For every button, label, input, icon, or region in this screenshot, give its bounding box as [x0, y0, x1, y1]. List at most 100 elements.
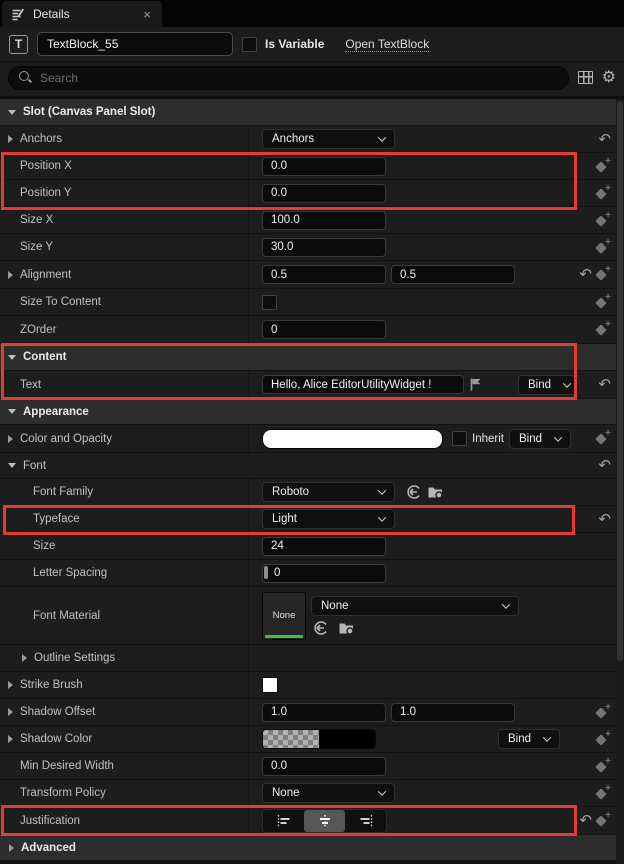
use-selected-asset-icon[interactable] [313, 620, 329, 636]
reset-to-default-icon[interactable]: ↶ [598, 132, 611, 147]
typeface-dropdown[interactable]: Light [262, 509, 395, 529]
search-bar[interactable] [8, 65, 569, 90]
expander-icon[interactable] [8, 708, 13, 716]
add-keyframe-icon[interactable]: + [595, 210, 611, 228]
add-keyframe-icon[interactable]: + [595, 156, 611, 174]
row-font-group[interactable]: Font ↶ [0, 453, 624, 479]
category-content[interactable]: Content [0, 344, 624, 371]
row-font-material: Font Material None None [0, 587, 624, 645]
shadow-color-bind-dropdown[interactable]: Bind [498, 729, 560, 749]
category-label: Content [23, 351, 67, 363]
expander-icon[interactable] [8, 735, 13, 743]
add-keyframe-icon[interactable]: + [595, 428, 611, 446]
font-material-dropdown[interactable]: None [311, 595, 519, 616]
expander-icon[interactable] [8, 434, 13, 443]
zorder-input[interactable] [262, 320, 386, 339]
property-label: Min Desired Width [20, 760, 114, 772]
chevron-right-icon [9, 843, 14, 852]
reset-to-default-icon[interactable]: ↶ [598, 458, 611, 473]
min-desired-width-input[interactable] [262, 756, 386, 776]
justify-center-button[interactable] [304, 809, 345, 832]
color-bind-dropdown[interactable]: Bind [508, 428, 571, 449]
property-label: Shadow Color [20, 733, 93, 745]
shadow-offset-y-input[interactable] [391, 702, 515, 722]
expander-icon[interactable] [8, 135, 13, 143]
expander-icon[interactable] [8, 270, 13, 279]
add-keyframe-icon[interactable]: + [595, 183, 611, 201]
localization-flag-icon[interactable] [469, 377, 483, 392]
view-options-grid-icon[interactable] [577, 71, 593, 84]
shadow-color-swatch[interactable] [262, 729, 376, 749]
expander-icon[interactable] [8, 681, 13, 689]
size-x-input[interactable] [262, 210, 386, 230]
slider-grip[interactable] [262, 563, 386, 583]
text-bind-dropdown[interactable]: Bind [518, 374, 580, 395]
justify-left-button[interactable] [263, 810, 304, 832]
add-keyframe-icon[interactable]: + [595, 264, 611, 282]
category-slot[interactable]: Slot (Canvas Panel Slot) [0, 99, 624, 126]
reset-to-default-icon[interactable]: ↶ [598, 512, 611, 527]
row-letter-spacing: Letter Spacing [0, 560, 624, 587]
close-icon[interactable]: × [141, 7, 153, 22]
settings-gear-icon[interactable]: ⚙ [602, 69, 616, 86]
justify-right-button[interactable] [345, 810, 386, 832]
font-size-input[interactable] [262, 536, 386, 556]
open-textblock-link[interactable]: Open TextBlock [345, 37, 430, 52]
row-outline-settings: Outline Settings [0, 645, 624, 672]
font-family-dropdown[interactable]: Roboto [262, 482, 395, 502]
add-keyframe-icon[interactable]: + [595, 292, 611, 310]
row-color-and-opacity: Color and Opacity Inherit Bind + [0, 425, 624, 453]
inherit-checkbox[interactable] [452, 431, 467, 446]
object-name-input[interactable] [37, 32, 233, 56]
shadow-offset-x-input[interactable] [262, 702, 386, 722]
details-tab[interactable]: Details × [2, 1, 162, 27]
add-keyframe-icon[interactable]: + [595, 702, 611, 720]
row-font-size: Size [0, 533, 624, 560]
size-y-input[interactable] [262, 237, 386, 257]
property-label: Typeface [33, 513, 80, 525]
color-swatch[interactable] [262, 428, 443, 449]
alignment-y-input[interactable] [391, 265, 515, 284]
inherit-label: Inherit [472, 432, 504, 445]
search-input[interactable] [40, 70, 558, 85]
add-keyframe-icon[interactable]: + [595, 729, 611, 747]
position-x-input[interactable] [262, 156, 386, 176]
use-selected-asset-icon[interactable] [406, 484, 422, 500]
dropdown-value: None [272, 787, 300, 799]
category-label: Appearance [23, 405, 89, 418]
row-size-y: Size Y + [0, 234, 624, 261]
chevron-down-icon [377, 513, 387, 522]
add-keyframe-icon[interactable]: + [595, 237, 611, 255]
browse-to-asset-icon[interactable] [338, 620, 355, 636]
font-material-thumbnail[interactable]: None [262, 591, 306, 640]
is-variable-label: Is Variable [265, 37, 325, 51]
expander-icon[interactable] [22, 654, 27, 662]
details-panel: Details × T Is Variable Open TextBlock ⚙… [0, 0, 624, 864]
transform-policy-dropdown[interactable]: None [262, 783, 395, 803]
justify-left-icon [277, 814, 289, 827]
property-label: Transform Policy [20, 787, 106, 799]
category-advanced[interactable]: Advanced [0, 835, 624, 861]
add-keyframe-icon[interactable]: + [595, 783, 611, 801]
size-to-content-checkbox[interactable] [262, 294, 277, 310]
letter-spacing-input[interactable] [262, 563, 386, 583]
alignment-x-input[interactable] [262, 265, 386, 284]
row-position-y: Position Y + [0, 180, 624, 207]
add-keyframe-icon[interactable]: + [595, 756, 611, 774]
reset-to-default-icon[interactable]: ↶ [579, 813, 592, 828]
scrollbar[interactable] [616, 99, 624, 864]
anchors-dropdown[interactable]: Anchors [262, 129, 395, 149]
browse-to-asset-icon[interactable] [427, 484, 444, 500]
chevron-down-icon [377, 787, 387, 796]
reset-to-default-icon[interactable]: ↶ [598, 377, 611, 392]
strike-brush-swatch[interactable] [262, 677, 278, 693]
search-row: ⚙ [0, 62, 624, 99]
text-input[interactable] [262, 375, 464, 394]
is-variable-checkbox[interactable] [242, 36, 257, 52]
scrollbar-thumb[interactable] [617, 101, 623, 661]
position-y-input[interactable] [262, 183, 386, 203]
reset-to-default-icon[interactable]: ↶ [579, 267, 592, 282]
add-keyframe-icon[interactable]: + [595, 810, 611, 828]
add-keyframe-icon[interactable]: + [595, 319, 611, 337]
category-appearance[interactable]: Appearance [0, 399, 624, 425]
